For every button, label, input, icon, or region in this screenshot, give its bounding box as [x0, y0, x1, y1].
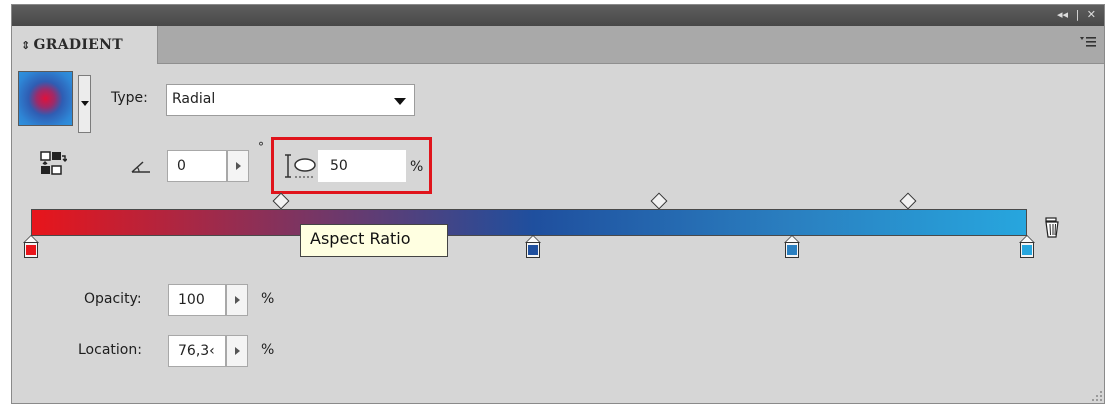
- color-stop[interactable]: [1019, 235, 1035, 258]
- aspect-ratio-tooltip: Aspect Ratio: [300, 224, 448, 257]
- location-field[interactable]: 76,3‹: [168, 335, 226, 367]
- panel-titlebar: ◂◂ | ✕: [12, 5, 1104, 26]
- tab-label: GRADIENT: [33, 37, 123, 53]
- angle-field[interactable]: 0: [167, 150, 227, 182]
- aspect-ratio-value: 50: [330, 158, 348, 174]
- swatch-dropdown-button[interactable]: [78, 75, 91, 133]
- type-select[interactable]: Radial: [166, 84, 415, 116]
- tab-gradient[interactable]: ⇕ GRADIENT: [12, 26, 158, 64]
- color-stop[interactable]: [783, 235, 800, 258]
- expand-collapse-icon[interactable]: ⇕: [21, 39, 31, 52]
- close-icon[interactable]: ✕: [1087, 8, 1096, 21]
- type-label: Type:: [111, 90, 148, 106]
- gradient-slider[interactable]: [31, 209, 1027, 236]
- location-unit: %: [261, 342, 275, 358]
- titlebar-controls: ◂◂ | ✕: [1053, 8, 1096, 21]
- aspect-ratio-icon: [283, 150, 317, 182]
- location-stepper[interactable]: [226, 335, 248, 367]
- angle-value: 0: [177, 158, 186, 174]
- opacity-unit: %: [261, 291, 275, 307]
- color-stop[interactable]: [524, 235, 541, 258]
- opacity-field[interactable]: 100: [168, 284, 226, 316]
- aspect-ratio-field[interactable]: 50: [318, 150, 406, 182]
- angle-stepper[interactable]: [227, 150, 249, 182]
- opacity-value: 100: [178, 292, 205, 308]
- resize-grip-icon[interactable]: [1089, 387, 1103, 401]
- opacity-label: Opacity:: [84, 291, 142, 307]
- opacity-stepper[interactable]: [226, 284, 248, 316]
- collapse-icon[interactable]: ◂◂: [1057, 8, 1068, 21]
- separator: |: [1075, 8, 1080, 21]
- gradient-swatch[interactable]: [18, 71, 73, 126]
- aspect-ratio-unit: %: [410, 159, 424, 175]
- location-label: Location:: [78, 342, 142, 358]
- location-value: 76,3‹: [178, 343, 215, 359]
- panel-menu-icon[interactable]: [1080, 36, 1096, 50]
- angle-unit: °: [258, 140, 264, 154]
- chevron-down-icon: [394, 98, 406, 105]
- panel-tabbar: ⇕ GRADIENT: [12, 26, 1104, 64]
- color-stop[interactable]: [23, 235, 39, 258]
- reverse-gradient-icon[interactable]: [39, 150, 68, 178]
- type-select-value: Radial: [172, 91, 216, 107]
- delete-stop-icon[interactable]: [1042, 215, 1062, 239]
- angle-icon: [130, 159, 152, 173]
